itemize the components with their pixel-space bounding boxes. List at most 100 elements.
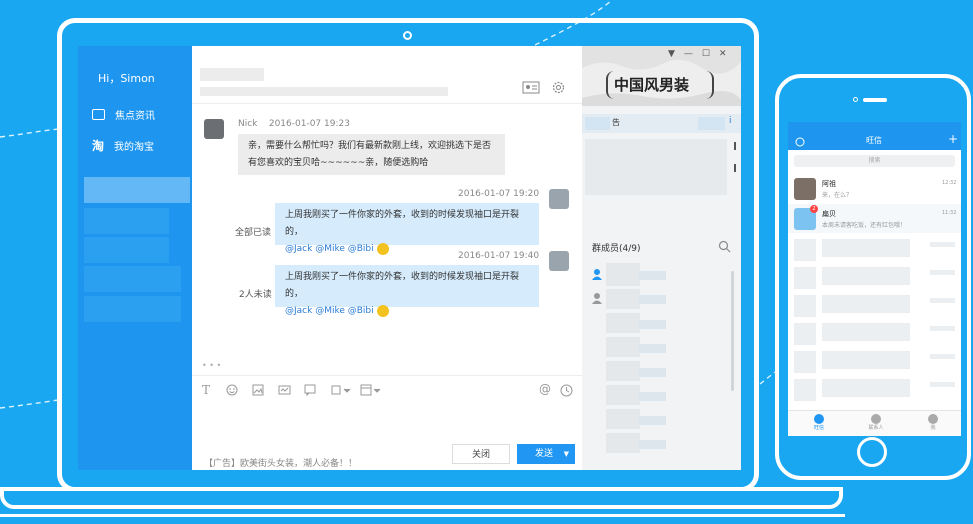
notice-placeholder — [698, 117, 725, 130]
conversation-item[interactable] — [84, 208, 169, 234]
mentions[interactable]: @Jack @Mike @Bibi — [285, 306, 374, 316]
members-label: 群成员(4/9) — [592, 244, 641, 254]
sidebar-item-news[interactable]: 焦点资讯 — [92, 107, 155, 122]
chat-placeholder — [930, 298, 955, 303]
phone-title: 旺信 — [866, 136, 882, 145]
member-avatar[interactable] — [606, 289, 640, 309]
chat-preview: 来，在么？ — [822, 192, 853, 199]
minimize-icon[interactable]: — — [684, 49, 693, 59]
chat-placeholder — [794, 295, 816, 317]
member-avatar[interactable] — [606, 361, 640, 381]
member-avatar[interactable] — [606, 313, 640, 333]
chat-placeholder — [930, 354, 955, 359]
phone-profile-icon[interactable] — [795, 137, 805, 147]
member-avatar[interactable] — [606, 409, 640, 429]
chat-panel: Nick 2016-01-07 19:23 亲，需要什么帮忙吗？我们有最新款刚上… — [192, 46, 582, 470]
members-scrollbar[interactable] — [731, 271, 734, 391]
phone-home-button[interactable] — [857, 437, 887, 467]
phone-tab-bar: 旺信 联系人 我 — [788, 410, 961, 436]
member-name-placeholder — [639, 440, 666, 449]
emoji-icon[interactable] — [226, 384, 238, 396]
maximize-icon[interactable]: ☐ — [702, 49, 710, 59]
phone-chat-item[interactable]: 2 扁贝 本周末请客吃饭，还有红包哦！ 11:32 — [788, 204, 961, 233]
message-time: 2016-01-07 19:23 — [268, 119, 350, 129]
tab-label: 我 — [930, 425, 936, 431]
phone-search-input[interactable]: 搜索 — [794, 155, 955, 167]
avatar — [794, 178, 816, 200]
phone-add-button[interactable]: + — [948, 132, 958, 146]
image-icon[interactable] — [252, 384, 264, 396]
message-text: 上周我刚买了一件你家的外套，收到的时候发现袖口是开裂的， — [285, 210, 520, 237]
taobao-icon: 淘 — [92, 139, 105, 153]
phone-chat-item[interactable]: 阿祖 来，在么？ 12:32 — [788, 174, 961, 203]
laptop-base — [0, 487, 843, 509]
conversation-item[interactable] — [84, 296, 181, 322]
history-clock-icon[interactable] — [560, 384, 573, 397]
avatar-nick[interactable] — [204, 119, 224, 139]
sidebar-item-my-taobao[interactable]: 淘 我的淘宝 — [92, 137, 154, 154]
chat-placeholder — [794, 239, 816, 261]
crop-dropdown-icon[interactable] — [330, 384, 352, 396]
message-text: 上周我刚买了一件你家的外套，收到的时候发现袖口是开裂的， — [285, 272, 520, 299]
comment-icon[interactable] — [304, 384, 316, 396]
tab-contacts[interactable]: 联系人 — [865, 414, 887, 431]
close-icon[interactable]: ✕ — [719, 49, 727, 59]
unread-badge: 2 — [810, 205, 818, 213]
tab-me[interactable]: 我 — [924, 414, 942, 431]
chat-placeholder — [794, 351, 816, 373]
message-time: 2016-01-07 19:40 — [458, 251, 540, 261]
user-greeting: Hi，Simon — [98, 72, 155, 85]
member-search-icon[interactable] — [718, 240, 731, 253]
conversation-item[interactable] — [84, 266, 181, 292]
text-format-icon[interactable]: T — [202, 383, 210, 397]
laptop-camera — [403, 31, 412, 40]
chat-name: 扁贝 — [822, 210, 836, 218]
member-name-placeholder — [639, 368, 666, 377]
laugh-emoji-icon — [376, 304, 389, 317]
conversation-item[interactable] — [84, 237, 169, 263]
group-info-panel: 中国风男装 告 i 群成员(4/9) — [582, 46, 741, 470]
window-controls: ▼ — ☐ ✕ — [668, 49, 727, 59]
calendar-dropdown-icon[interactable] — [360, 384, 382, 396]
send-button[interactable]: 发送 ▼ — [517, 444, 575, 464]
conversation-item-selected[interactable] — [84, 177, 190, 203]
settings-gear-icon[interactable] — [551, 80, 566, 95]
member-name-placeholder — [639, 416, 666, 425]
message-bubble-incoming: 亲，需要什么帮忙吗？我们有最新款刚上线，欢迎挑选下是否有您喜欢的宝贝哈~~~~~… — [238, 134, 505, 175]
avatar-self[interactable] — [549, 189, 569, 209]
chat-placeholder — [930, 326, 955, 331]
ad-text[interactable]: 【广告】欧美街头女装，潮人必备！！ — [204, 456, 357, 469]
laugh-emoji-icon — [376, 242, 389, 255]
member-name-placeholder — [639, 344, 666, 353]
member-avatar[interactable] — [606, 337, 640, 357]
member-name-placeholder — [639, 295, 666, 304]
notice-placeholder — [585, 117, 610, 130]
mentions[interactable]: @Jack @Mike @Bibi — [285, 244, 374, 254]
news-icon — [92, 109, 105, 120]
screenshot-icon[interactable] — [278, 384, 291, 396]
app-window: Hi，Simon 焦点资讯 淘 我的淘宝 Nick 2016-01-07 19:… — [78, 46, 741, 470]
notice-bar[interactable]: 告 i — [582, 114, 741, 133]
read-status: 全部已读 — [235, 228, 272, 238]
chat-placeholder — [794, 379, 816, 401]
member-avatar[interactable] — [606, 385, 640, 405]
close-button[interactable]: 关闭 — [452, 444, 510, 464]
chat-title-placeholder — [200, 68, 264, 81]
contact-card-icon[interactable] — [522, 81, 540, 94]
member-avatar[interactable] — [606, 433, 640, 453]
send-dropdown-icon[interactable]: ▼ — [564, 444, 569, 464]
tab-chats[interactable]: 旺信 — [810, 414, 828, 431]
notice-more-link[interactable]: i — [729, 116, 732, 126]
member-avatar[interactable] — [606, 263, 640, 286]
mention-icon[interactable]: @ — [539, 382, 551, 396]
phone-header: 旺信 + — [788, 122, 961, 150]
member-name-placeholder — [639, 392, 666, 401]
contacts-tab-icon — [871, 414, 881, 424]
me-tab-icon — [928, 414, 938, 424]
read-status: 2人未读 — [239, 290, 272, 300]
avatar-self[interactable] — [549, 251, 569, 271]
member-offline-icon — [592, 293, 602, 304]
menu-dropdown-icon[interactable]: ▼ — [668, 49, 675, 59]
announcement-placeholder — [585, 139, 727, 195]
member-name-placeholder — [639, 320, 666, 329]
